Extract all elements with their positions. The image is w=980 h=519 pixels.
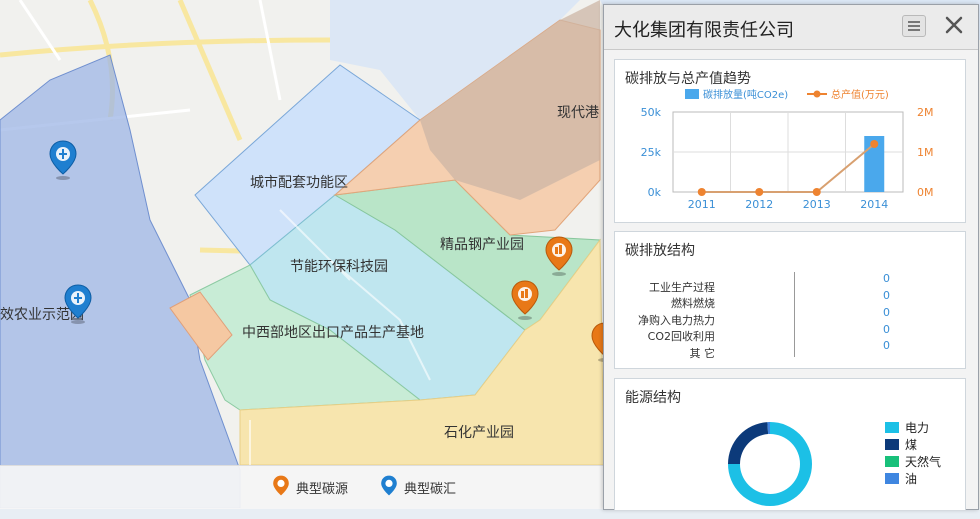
energy-legend-item: 天然气 — [885, 453, 941, 470]
map-legend: 典型碳源 典型碳汇 — [0, 465, 604, 509]
structure-row-value: 0 — [883, 339, 890, 352]
carbon-source-pin[interactable] — [544, 236, 574, 276]
energy-legend-item: 煤 — [885, 436, 917, 453]
energy-legend-label: 油 — [905, 472, 918, 486]
panel-title: 大化集团有限责任公司 — [614, 20, 794, 41]
zone-label-petro[interactable]: 石化产业园 — [444, 422, 514, 442]
chart-ticks: 50k 25k 0k 2M 1M 0M 2011 2012 2013 2014 — [641, 106, 934, 211]
carbon-source-icon — [273, 475, 289, 496]
output-point — [870, 140, 879, 148]
zone-label-steel[interactable]: 精品钢产业园 — [440, 234, 524, 254]
y-tick-left: 25k — [641, 146, 662, 159]
carbon-sink-icon — [381, 475, 397, 496]
y-tick-right: 1M — [917, 146, 934, 159]
zone-label-port[interactable]: 现代港 — [557, 102, 599, 122]
close-icon[interactable] — [940, 11, 968, 39]
legend-source[interactable]: 典型碳源 — [272, 474, 348, 500]
company-info-panel: 大化集团有限责任公司 碳排放与总产值趋势 50k 25k 0k 2M 1M 0M 2011 2… — [603, 4, 979, 510]
x-tick-label: 2014 — [860, 198, 888, 211]
structure-divider — [794, 272, 795, 357]
y-tick-right: 0M — [917, 186, 934, 199]
y-tick-right: 2M — [917, 106, 934, 119]
structure-row-label: 工业生产过程 — [649, 281, 715, 294]
energy-structure-card: 能源结构 电力 煤 天然气 油 — [614, 378, 966, 510]
energy-legend-item: 电力 — [885, 419, 929, 436]
energy-donut-chart — [728, 422, 812, 506]
output-point — [755, 188, 764, 196]
structure-row-label: 净购入电力热力 — [638, 314, 715, 327]
carbon-source-pin[interactable] — [510, 280, 540, 320]
carbon-sink-pin[interactable] — [48, 140, 78, 180]
x-tick-label: 2012 — [745, 198, 773, 211]
trend-chart: 50k 25k 0k 2M 1M 0M 2011 2012 2013 2014 碳排放量(吨CO2… — [641, 88, 934, 211]
energy-legend-label: 电力 — [905, 421, 930, 435]
panel-header: 大化集团有限责任公司 — [604, 5, 978, 50]
legend-sink[interactable]: 典型碳汇 — [380, 474, 456, 500]
zone-label-city[interactable]: 城市配套功能区 — [250, 172, 348, 192]
legend-line-label: 总产值(万元) — [831, 88, 889, 101]
emission-structure-card: 碳排放结构 工业生产过程 燃料燃烧 净购入电力热力 CO2回收利用 其 它 0 … — [614, 231, 966, 369]
y-tick-left: 50k — [641, 106, 662, 119]
energy-legend-label: 煤 — [905, 438, 918, 452]
y-tick-left: 0k — [648, 186, 662, 199]
menu-button[interactable] — [902, 15, 926, 37]
structure-row-value: 0 — [883, 272, 890, 285]
trend-card: 碳排放与总产值趋势 50k 25k 0k 2M 1M 0M 2011 2012 2013 2014… — [614, 59, 966, 223]
x-tick-label: 2013 — [803, 198, 831, 211]
carbon-sink-pin[interactable] — [63, 284, 93, 324]
structure-row-label: CO2回收利用 — [647, 330, 715, 343]
legend-source-label: 典型碳源 — [296, 481, 349, 497]
output-point — [812, 188, 821, 196]
legend-sink-label: 典型碳汇 — [404, 481, 457, 497]
legend-bar-swatch — [685, 89, 699, 99]
structure-row-value: 0 — [883, 323, 890, 336]
chart-legend: 碳排放量(吨CO2e) 总产值(万元) — [685, 88, 889, 101]
output-point — [697, 188, 706, 196]
structure-row-value: 0 — [883, 289, 890, 302]
zone-label-energy[interactable]: 节能环保科技园 — [290, 256, 388, 276]
structure-row-label: 其 它 — [689, 347, 716, 360]
structure-row-value: 0 — [883, 306, 890, 319]
structure-title: 碳排放结构 — [625, 243, 695, 259]
energy-legend-item: 油 — [885, 470, 917, 487]
zone-label-export[interactable]: 中西部地区出口产品生产基地 — [242, 322, 424, 342]
donut-slice — [728, 422, 769, 464]
x-tick-label: 2011 — [688, 198, 716, 211]
energy-legend-label: 天然气 — [905, 455, 942, 469]
energy-title: 能源结构 — [625, 390, 681, 406]
legend-bar-label: 碳排放量(吨CO2e) — [703, 88, 788, 101]
structure-row-label: 燃料燃烧 — [671, 297, 715, 310]
legend-line-marker — [813, 90, 821, 98]
